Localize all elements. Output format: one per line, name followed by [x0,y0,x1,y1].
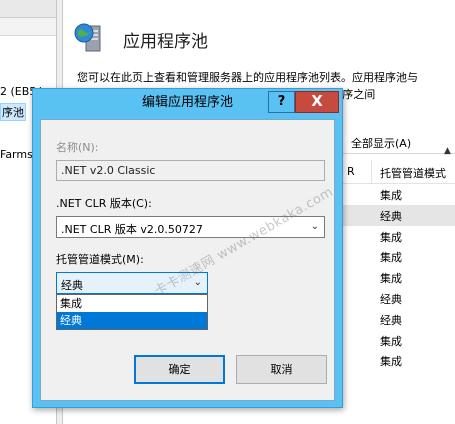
pipeline-mode-label: 托管管道模式(M): [56,253,144,266]
pipeline-mode-cell: 经典 [380,313,402,327]
pipeline-mode-cell: 集成 [380,334,402,348]
pipeline-mode-cell: 集成 [380,272,402,286]
option-integrated[interactable]: 集成 [57,295,207,312]
chevron-down-icon: ⌄ [310,221,319,232]
pipeline-mode-cell: 经典 [380,209,402,223]
show-all-button[interactable]: 全部显示(A) [351,135,411,151]
server-globe-icon [74,23,101,52]
pipeline-mode-cell: 集成 [380,189,402,202]
column-divider[interactable] [371,160,372,184]
connections-toolbar-2 [0,18,56,36]
clr-version-label: .NET CLR 版本(C): [56,197,152,210]
connections-toolbar [0,0,56,18]
clr-version-value: .NET CLR 版本 v2.0.50727 [61,223,203,236]
ok-button[interactable]: 确定 [134,355,225,384]
tree-item-server-farms[interactable]: Farms [0,148,33,161]
pipeline-mode-cell: 集成 [380,355,402,369]
name-field: .NET v2.0 Classic [56,160,325,181]
description-line: 您可以在此页上查看和管理服务器上的应用程序池列表。应用程序池与 [77,71,418,84]
cancel-button[interactable]: 取消 [236,355,327,384]
pipeline-mode-options: 集成 经典 [56,294,208,330]
pipeline-mode-cell: 经典 [380,292,402,306]
help-button[interactable]: ? [268,91,295,113]
column-header-pipeline-mode[interactable]: 托管管道模式 [380,165,446,181]
close-button[interactable]: X [295,91,339,113]
pipeline-mode-cell: 集成 [380,230,402,244]
edit-application-pool-dialog: 编辑应用程序池 ? X 名称(N): .NET v2.0 Classic .NE… [32,88,343,408]
page-title: 应用程序池 [123,32,208,52]
tree-item-application-pools[interactable]: 序池 [0,103,26,121]
option-classic[interactable]: 经典 [57,312,207,329]
pipeline-mode-value: 经典 [61,279,83,292]
pipeline-mode-cell: 集成 [380,251,402,265]
name-label: 名称(N): [56,141,99,154]
column-header-partial[interactable]: R [347,165,355,178]
